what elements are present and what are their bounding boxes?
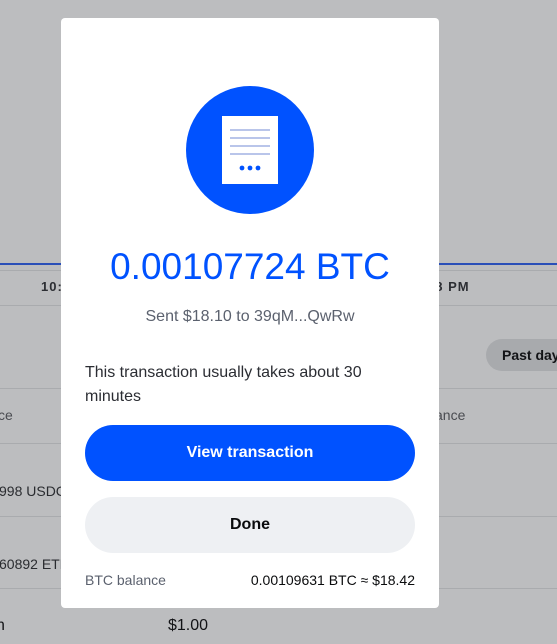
past-day-filter[interactable]: Past day xyxy=(486,339,557,371)
asset-row-eth[interactable]: 60892 ETH xyxy=(0,556,70,572)
done-button[interactable]: Done xyxy=(85,497,415,553)
confirmation-time-notice: This transaction usually takes about 30 … xyxy=(85,364,362,405)
app-screen: 10: 08 PM Past day ce ance 998 USDC 6089… xyxy=(0,0,557,644)
transaction-sent-modal: 0.00107724 BTC Sent $18.10 to 39qM...QwR… xyxy=(61,18,439,608)
receipt-icon xyxy=(186,86,314,214)
sent-amount: 0.00107724 BTC xyxy=(110,246,390,287)
asset-row-3-name[interactable]: n xyxy=(0,617,5,635)
btc-balance-value: 0.00109631 BTC ≈ $18.42 xyxy=(250,572,415,588)
view-transaction-button[interactable]: View transaction xyxy=(85,425,415,481)
column-header-left: ce xyxy=(0,407,13,423)
chart-time-label-left: 10: xyxy=(41,279,63,294)
sent-recipient-line: Sent $18.10 to 39qM...QwRw xyxy=(145,308,355,325)
column-header-right: ance xyxy=(435,407,466,423)
asset-row-usdc[interactable]: 998 USDC xyxy=(0,483,66,499)
asset-row-3-value: $1.00 xyxy=(168,617,209,634)
btc-balance-label: BTC balance xyxy=(85,572,166,588)
